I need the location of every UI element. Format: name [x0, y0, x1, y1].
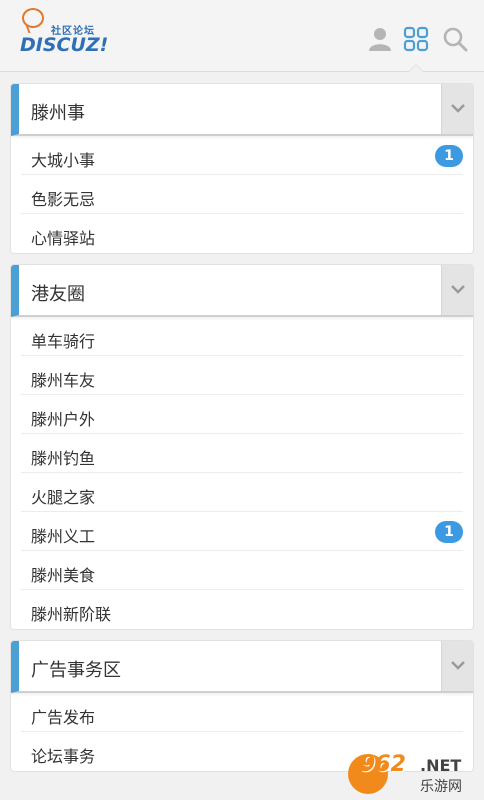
- forum-item-label: 大城小事: [31, 151, 96, 170]
- forum-item-label: 火腿之家: [31, 488, 96, 507]
- forum-item-label: 滕州钓鱼: [31, 449, 96, 468]
- forum-item[interactable]: 单车骑行: [21, 317, 463, 356]
- group-header[interactable]: 港友圈: [11, 265, 473, 317]
- search-icon[interactable]: [442, 26, 468, 52]
- forum-item-label: 心情驿站: [31, 229, 96, 248]
- group-title: 港友圈: [31, 284, 85, 305]
- watermark-number: 962: [360, 752, 406, 777]
- user-icon[interactable]: [367, 26, 393, 52]
- speech-bubble-icon: [22, 8, 44, 28]
- watermark-domain: .NET: [420, 756, 462, 775]
- watermark-cn: 乐游网: [420, 779, 462, 795]
- logo-brand: DISCUZ!: [20, 34, 109, 56]
- site-watermark: 962 .NET 乐游网: [348, 752, 478, 796]
- forum-item-label: 滕州美食: [31, 566, 96, 585]
- forum-item[interactable]: 火腿之家: [21, 473, 463, 512]
- forum-item[interactable]: 大城小事 1: [21, 136, 463, 175]
- forum-item[interactable]: 滕州车友: [21, 356, 463, 395]
- forum-item-label: 滕州户外: [31, 410, 96, 429]
- forum-group-tengzhou: 滕州事 大城小事 1 色影无忌 心情驿站: [10, 83, 474, 254]
- forum-item[interactable]: 滕州美食: [21, 551, 463, 590]
- new-post-badge: 1: [435, 521, 463, 543]
- collapse-button[interactable]: [441, 84, 473, 134]
- new-post-badge: 1: [435, 145, 463, 167]
- chevron-down-icon: [451, 661, 465, 670]
- forum-group-gangyouquan: 港友圈 单车骑行 滕州车友 滕州户外 滕州钓鱼 火腿之家 滕州义工 1 滕州美食…: [10, 264, 474, 630]
- forum-item-label: 单车骑行: [31, 332, 96, 351]
- group-header[interactable]: 广告事务区: [11, 641, 473, 693]
- chevron-down-icon: [451, 104, 465, 113]
- group-header[interactable]: 滕州事: [11, 84, 473, 136]
- chevron-down-icon: [451, 285, 465, 294]
- forum-item[interactable]: 心情驿站: [21, 214, 463, 253]
- forum-item[interactable]: 广告发布: [21, 693, 463, 732]
- collapse-button[interactable]: [441, 641, 473, 691]
- discuz-logo[interactable]: 社区论坛 DISCUZ!: [18, 8, 118, 60]
- forum-item[interactable]: 滕州户外: [21, 395, 463, 434]
- collapse-button[interactable]: [441, 265, 473, 315]
- forum-item[interactable]: 滕州钓鱼: [21, 434, 463, 473]
- forum-item-label: 广告发布: [31, 708, 96, 727]
- group-title: 滕州事: [31, 103, 85, 124]
- forum-item[interactable]: 滕州义工 1: [21, 512, 463, 551]
- forum-item[interactable]: 滕州新阶联: [21, 590, 463, 629]
- forum-item-label: 滕州车友: [31, 371, 96, 390]
- grid-icon[interactable]: [403, 26, 429, 52]
- forum-item[interactable]: 色影无忌: [21, 175, 463, 214]
- forum-item-label: 色影无忌: [31, 190, 96, 209]
- forum-item-label: 滕州义工: [31, 527, 96, 546]
- forum-item-label: 论坛事务: [31, 747, 96, 766]
- forum-item-label: 滕州新阶联: [31, 605, 112, 624]
- active-tab-caret: [408, 64, 424, 72]
- top-header: 社区论坛 DISCUZ!: [0, 0, 484, 72]
- group-title: 广告事务区: [31, 660, 121, 681]
